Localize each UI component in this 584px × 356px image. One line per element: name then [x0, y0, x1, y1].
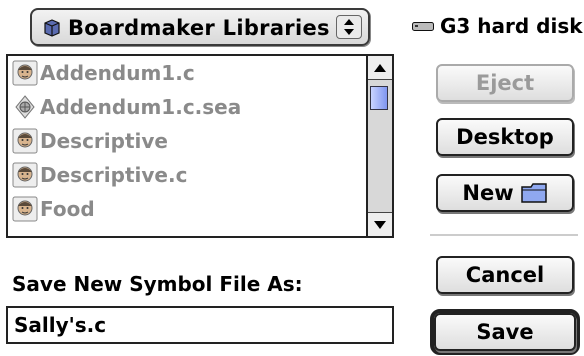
file-list-scrollbar[interactable]: [366, 56, 392, 236]
desktop-button[interactable]: Desktop: [436, 118, 574, 156]
scroll-thumb[interactable]: [370, 86, 388, 110]
list-item-label: Addendum1.c: [40, 61, 195, 85]
list-item-label: Descriptive: [40, 129, 168, 153]
save-button[interactable]: Save: [434, 313, 576, 351]
list-item[interactable]: Addendum1.c: [8, 56, 366, 90]
hard-disk-icon: [412, 21, 434, 31]
file-name-input[interactable]: [6, 306, 394, 344]
list-item[interactable]: Food: [8, 192, 366, 226]
cancel-button[interactable]: Cancel: [436, 256, 574, 294]
folder-icon: [44, 19, 60, 37]
symbol-face-icon: [12, 196, 38, 222]
scroll-down-arrow-icon[interactable]: [368, 212, 392, 236]
list-item-label: Food: [40, 197, 95, 221]
popup-arrows-icon: [336, 15, 362, 39]
list-item-label: Descriptive.c: [40, 163, 188, 187]
eject-button[interactable]: Eject: [436, 64, 574, 102]
symbol-face-icon: [12, 162, 38, 188]
new-folder-icon: [520, 183, 547, 203]
file-list[interactable]: Addendum1.c Addendum1.c.sea Descriptive: [6, 54, 394, 238]
button-separator: [430, 234, 578, 236]
folder-popup-label: Boardmaker Libraries: [68, 16, 330, 40]
stuffit-archive-icon: [15, 95, 35, 119]
volume-indicator: G3 hard disk: [412, 14, 583, 38]
folder-popup-menu[interactable]: Boardmaker Libraries: [30, 8, 370, 46]
symbol-face-icon: [12, 128, 38, 154]
list-item-label: Addendum1.c.sea: [40, 95, 242, 119]
file-list-items: Addendum1.c Addendum1.c.sea Descriptive: [8, 56, 366, 236]
list-item[interactable]: Descriptive: [8, 124, 366, 158]
list-item[interactable]: Descriptive.c: [8, 158, 366, 192]
new-button-label: New: [462, 181, 514, 205]
scroll-up-arrow-icon[interactable]: [368, 56, 392, 80]
save-as-label: Save New Symbol File As:: [12, 272, 303, 296]
list-item[interactable]: Addendum1.c.sea: [8, 90, 366, 124]
volume-label: G3 hard disk: [440, 14, 583, 38]
new-folder-button[interactable]: New: [436, 174, 574, 212]
symbol-face-icon: [12, 60, 38, 86]
